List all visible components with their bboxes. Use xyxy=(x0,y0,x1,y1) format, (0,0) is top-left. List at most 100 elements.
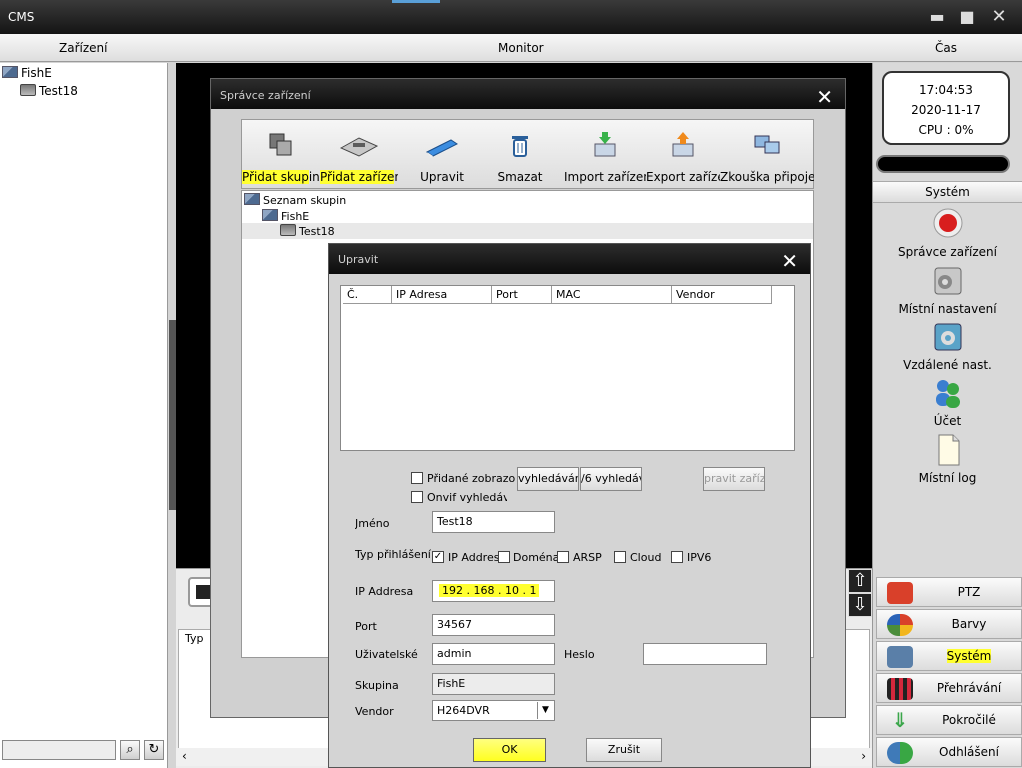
edit-button[interactable]: Upravit xyxy=(408,132,476,184)
login-arsp-label: ARSP xyxy=(573,551,602,564)
ip-label: IP Addresa xyxy=(355,585,414,598)
port-field[interactable]: 34567 xyxy=(432,614,555,636)
login-cloud-checkbox[interactable] xyxy=(614,551,626,563)
scroll-left-icon[interactable]: ‹ xyxy=(182,749,187,763)
scroll-right-icon[interactable]: › xyxy=(861,749,866,763)
close-icon[interactable]: ✕ xyxy=(816,85,833,109)
clock-box: 17:04:53 2020-11-17 CPU : 0% xyxy=(882,71,1010,145)
username-field[interactable]: admin xyxy=(432,643,555,665)
col-port[interactable]: Port xyxy=(492,286,552,304)
name-label: Jméno xyxy=(355,517,390,530)
chevron-down-icon[interactable]: ▼ xyxy=(537,702,553,719)
login-ip-checkbox[interactable]: ✓ xyxy=(432,551,444,563)
local-settings-item[interactable]: Místní nastavení xyxy=(873,264,1022,316)
added-display-checkbox[interactable] xyxy=(411,472,423,484)
tree-device[interactable]: Test18 xyxy=(280,223,335,239)
ip-field[interactable]: 192 . 168 . 10 . 1 xyxy=(432,580,555,602)
nav-colors[interactable]: Barvy xyxy=(876,609,1022,639)
system-section-header: Systém xyxy=(873,181,1022,203)
remote-settings-icon xyxy=(934,323,961,351)
tree-group[interactable]: FishE xyxy=(262,208,309,224)
login-ipv6-checkbox[interactable] xyxy=(671,551,683,563)
device-manager-label: Správce zařízení xyxy=(898,245,997,259)
vendor-select[interactable]: H264DVR ▼ xyxy=(432,700,555,721)
playback-icon xyxy=(887,678,913,700)
account-icon xyxy=(935,380,960,408)
col-vendor[interactable]: Vendor xyxy=(672,286,772,304)
username-label: Uživatelské xyxy=(355,648,418,661)
account-item[interactable]: Účet xyxy=(873,376,1022,428)
login-arsp-checkbox[interactable] xyxy=(557,551,569,563)
tree-device-label: Test18 xyxy=(39,84,78,98)
collapse-handle[interactable] xyxy=(169,320,176,510)
password-field[interactable] xyxy=(643,643,767,665)
delete-button[interactable]: Smazat xyxy=(488,132,552,184)
search-icon[interactable]: ⌕ xyxy=(120,740,140,760)
device-manager-item[interactable]: Správce zařízení xyxy=(873,207,1022,259)
record-button-icon xyxy=(933,208,962,238)
window-titlebar: CMS ▬ ■ ✕ xyxy=(0,0,1022,34)
tree-group-label: FishE xyxy=(21,66,52,80)
app-title: CMS xyxy=(8,10,35,24)
nav-advanced-label: Pokročilé xyxy=(942,713,996,727)
login-ip-label: IP Addresa xyxy=(448,551,500,564)
tree-device-test18[interactable]: Test18 xyxy=(20,83,78,99)
ip-search-button[interactable]: vyhledávání I xyxy=(517,467,579,491)
import-devices-button[interactable]: Import zařízení xyxy=(564,132,646,184)
monitor-header: Monitor xyxy=(498,41,544,55)
cancel-button[interactable]: Zrušit xyxy=(586,738,662,762)
login-domain-checkbox[interactable] xyxy=(498,551,510,563)
tree-root[interactable]: Seznam skupin xyxy=(244,192,346,208)
nav-playback-label: Přehrávání xyxy=(936,681,1002,695)
remote-settings-label: Vzdálené nast. xyxy=(903,358,992,372)
close-button[interactable]: ✕ xyxy=(988,6,1010,28)
col-ip[interactable]: IP Adresa xyxy=(392,286,492,304)
account-label: Účet xyxy=(933,414,962,428)
refresh-icon[interactable]: ↻ xyxy=(144,740,164,760)
maximize-button[interactable]: ■ xyxy=(956,6,978,28)
trash-icon xyxy=(512,136,528,157)
ptz-icon xyxy=(887,582,913,604)
nav-advanced[interactable]: ⇓ Pokročilé xyxy=(876,705,1022,735)
add-device-button[interactable]: Přidat zařízení xyxy=(320,132,398,184)
group-field[interactable]: FishE xyxy=(432,673,555,695)
edit-device-button[interactable]: pravit zaříze xyxy=(703,467,765,491)
devices-header: Zařízení xyxy=(59,41,108,55)
clock-date: 2020-11-17 xyxy=(911,103,981,117)
time-header: Čas xyxy=(935,41,957,55)
scroll-down-icon[interactable]: ⇩ xyxy=(848,593,872,617)
onvif-search-label: Onvif vyhledáv xyxy=(427,491,507,504)
ipv6-search-button[interactable]: /6 vyhledáv xyxy=(580,467,642,491)
login-cloud-label: Cloud xyxy=(630,551,662,564)
status-bar xyxy=(876,155,1010,173)
minimize-button[interactable]: ▬ xyxy=(926,6,948,28)
remote-settings-item[interactable]: Vzdálené nast. xyxy=(873,320,1022,372)
col-number[interactable]: Č. xyxy=(343,286,392,304)
ok-button[interactable]: OK xyxy=(473,738,546,762)
typ-column-header: Typ xyxy=(185,632,204,645)
edit-dialog-title: Upravit xyxy=(329,244,810,274)
export-icon xyxy=(672,132,694,157)
local-log-item[interactable]: Místní log xyxy=(873,433,1022,485)
logout-icon xyxy=(887,742,913,764)
nav-logout[interactable]: Odhlášení xyxy=(876,737,1022,767)
cpu-usage: CPU : 0% xyxy=(918,123,974,137)
scroll-up-icon[interactable]: ⇧ xyxy=(848,569,872,593)
col-mac[interactable]: MAC xyxy=(552,286,672,304)
export-devices-button[interactable]: Export zařízení xyxy=(646,132,720,184)
onvif-search-checkbox[interactable] xyxy=(411,491,423,503)
group-list-icon xyxy=(244,193,260,205)
connection-test-button[interactable]: Zkouška připojení xyxy=(720,132,814,184)
nav-playback[interactable]: Přehrávání xyxy=(876,673,1022,703)
close-icon[interactable]: ✕ xyxy=(781,249,798,273)
selected-row[interactable]: Test18 xyxy=(242,223,813,239)
login-type-label: Typ přihlášení xyxy=(355,548,431,561)
nav-system[interactable]: Systém xyxy=(876,641,1022,671)
add-group-button[interactable]: Přidat skupinu xyxy=(242,132,320,184)
name-field[interactable]: Test18 xyxy=(432,511,555,533)
tree-group-fishe[interactable]: FishE xyxy=(2,65,52,81)
nav-ptz[interactable]: PTZ xyxy=(876,577,1022,607)
group-icon xyxy=(262,209,278,221)
local-settings-icon xyxy=(934,267,961,295)
device-search-input[interactable] xyxy=(2,740,116,760)
